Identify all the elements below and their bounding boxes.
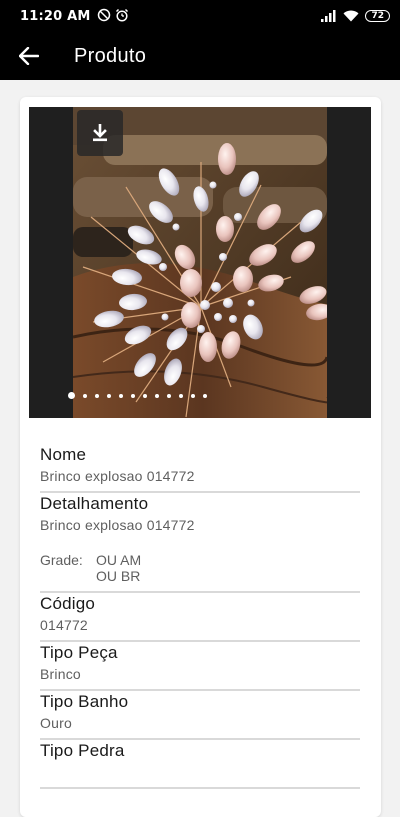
field-grade: Grade: OU AM OU BR (40, 542, 360, 593)
page-dot[interactable] (83, 393, 87, 398)
battery-level: 72 (371, 11, 384, 21)
signal-icon (321, 7, 337, 26)
page-dot[interactable] (191, 393, 195, 398)
wifi-icon (343, 7, 359, 26)
field-label: Detalhamento (40, 494, 149, 513)
page-dot[interactable] (107, 393, 111, 398)
field-label: Tipo Banho (40, 692, 129, 711)
field-tipo-pedra: Tipo Pedra (40, 740, 360, 789)
app-bar: Produto (0, 32, 400, 80)
field-tipo-banho: Tipo Banho Ouro (40, 691, 360, 740)
field-nome: Nome Brinco explosao 014772 (40, 444, 360, 493)
field-value: Brinco explosao 014772 (40, 468, 195, 484)
field-tipo-peca: Tipo Peça Brinco (40, 642, 360, 691)
product-card: Nome Brinco explosao 014772 Detalhamento… (20, 97, 381, 817)
field-label: Código (40, 594, 96, 613)
status-bar: 11:20 AM 72 (0, 0, 400, 32)
page-dot[interactable] (179, 393, 183, 398)
download-button[interactable] (77, 110, 123, 156)
field-value: Brinco explosao 014772 (40, 517, 195, 533)
product-details: Nome Brinco explosao 014772 Detalhamento… (40, 444, 360, 789)
battery-icon: 72 (365, 10, 390, 22)
page-dot[interactable] (68, 392, 75, 399)
status-time: 11:20 AM (20, 8, 91, 24)
page-indicator (29, 392, 371, 399)
page-dot[interactable] (95, 393, 99, 398)
dnd-icon (97, 7, 111, 26)
field-value: Brinco (40, 666, 81, 682)
page-dot[interactable] (143, 393, 147, 398)
image-gallery[interactable] (29, 107, 371, 418)
page-dot[interactable] (203, 393, 207, 398)
grade-value: OU BR (96, 568, 141, 584)
page-dot[interactable] (119, 393, 123, 398)
field-detalhamento: Detalhamento Brinco explosao 014772 (40, 493, 360, 542)
product-photo[interactable] (73, 107, 327, 418)
page-title: Produto (74, 44, 147, 67)
alarm-icon (115, 7, 129, 26)
page-dot[interactable] (167, 393, 171, 398)
field-value: Ouro (40, 715, 72, 731)
field-label: Nome (40, 445, 87, 464)
field-codigo: Código 014772 (40, 593, 360, 642)
download-icon (93, 124, 107, 142)
page-dot[interactable] (155, 393, 159, 398)
grade-label: Grade: (40, 552, 83, 568)
field-value: 014772 (40, 617, 88, 633)
page-dot[interactable] (131, 393, 135, 398)
back-arrow-icon (19, 47, 39, 65)
grade-value: OU AM (96, 552, 142, 568)
back-button[interactable] (1, 32, 57, 80)
field-label: Tipo Peça (40, 643, 118, 662)
field-label: Tipo Pedra (40, 741, 125, 760)
